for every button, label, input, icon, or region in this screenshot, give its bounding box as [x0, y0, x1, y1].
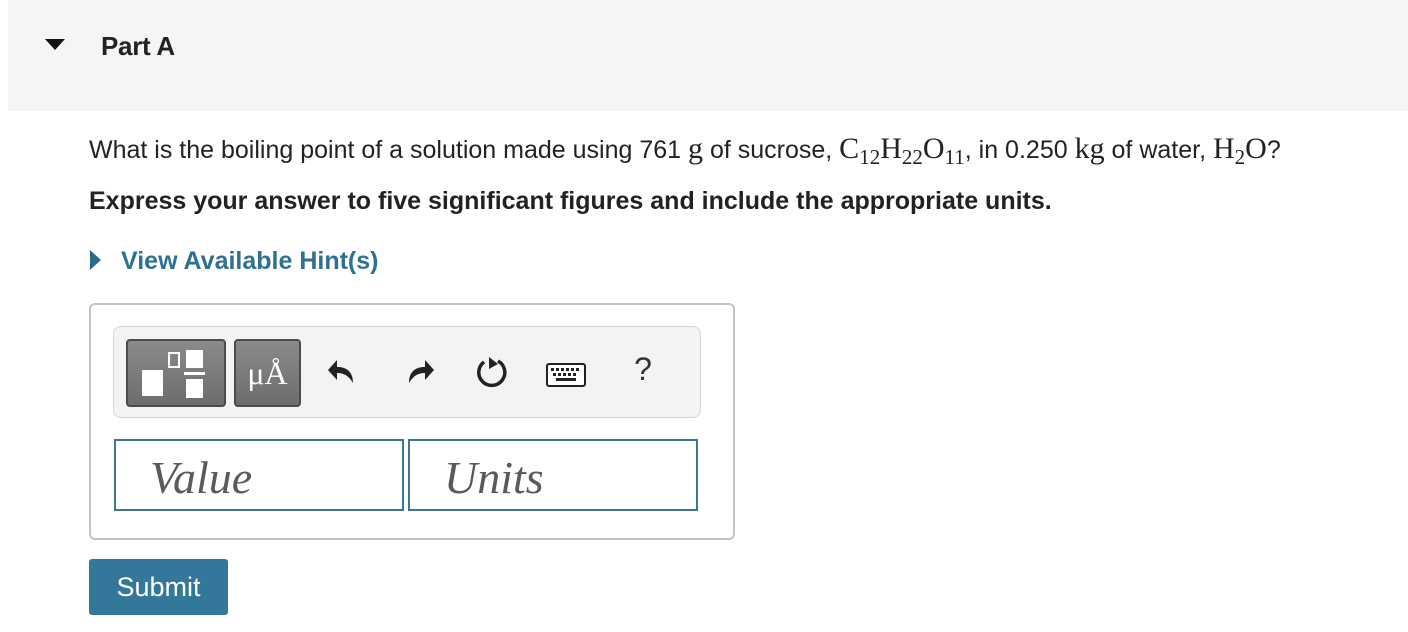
value-input[interactable]: Value	[114, 439, 404, 511]
redo-icon[interactable]	[404, 355, 436, 392]
help-button[interactable]: ?	[631, 351, 655, 388]
instruction-text: Express your answer to five significant …	[89, 187, 1052, 215]
element-symbol: H	[1212, 132, 1235, 165]
symbols-button[interactable]: μÅ	[234, 339, 301, 407]
question-text-part: ?	[1266, 136, 1281, 164]
element-symbol: C	[839, 132, 860, 165]
templates-icon	[142, 350, 205, 398]
keyboard-icon[interactable]	[546, 363, 586, 392]
water-unit: kg	[1074, 132, 1105, 165]
sucrose-formula: C12H22O11	[839, 132, 965, 168]
caret-right-icon[interactable]	[90, 250, 101, 270]
submit-button[interactable]: Submit	[89, 559, 228, 615]
view-hints-label[interactable]: View Available Hint(s)	[121, 247, 378, 276]
math-toolbar: μÅ ?	[113, 326, 701, 418]
units-input[interactable]: Units	[408, 439, 698, 511]
element-symbol: O	[1245, 132, 1267, 165]
templates-button[interactable]	[126, 339, 226, 407]
water-formula: H2O	[1212, 132, 1267, 168]
value-placeholder: Value	[150, 452, 253, 503]
part-title: Part A	[101, 31, 175, 61]
answer-panel: μÅ ? Value Units	[89, 303, 735, 540]
element-symbol: H	[880, 132, 902, 165]
part-a-header[interactable]: Part A	[8, 0, 1408, 111]
element-subscript: 12	[859, 145, 881, 169]
element-symbol: O	[922, 132, 945, 165]
caret-down-icon[interactable]	[45, 39, 65, 50]
question-text: What is the boiling point of a solution …	[89, 130, 1281, 169]
element-subscript: 22	[901, 145, 923, 169]
question-text-part: What is the boiling point of a solution …	[89, 136, 688, 164]
question-text-part: of sucrose,	[703, 136, 840, 164]
units-placeholder: Units	[444, 452, 544, 503]
mass-unit: g	[688, 132, 703, 165]
undo-icon[interactable]	[326, 355, 358, 392]
question-text-part: of water,	[1104, 136, 1213, 164]
element-subscript: 11	[944, 145, 965, 169]
reset-icon[interactable]	[475, 355, 509, 394]
element-subscript: 2	[1234, 145, 1246, 169]
question-text-part: , in 0.250	[964, 136, 1075, 164]
